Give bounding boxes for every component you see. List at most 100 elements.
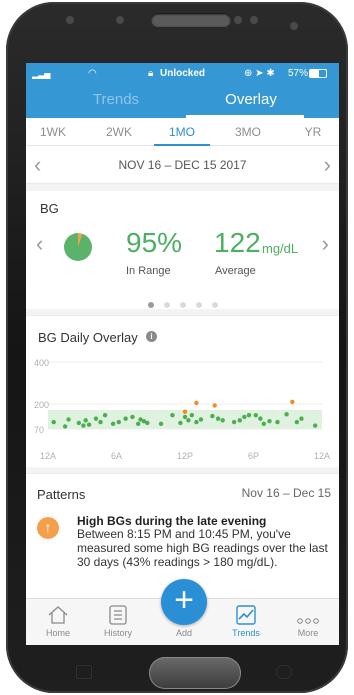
x-tick-label: 12P bbox=[177, 451, 193, 461]
status-bar: ▂▃▅ ◠ 🔒︎ Unlocked ⊕ ➤ ✱ 57% bbox=[26, 63, 339, 85]
home-hardware-button[interactable] bbox=[149, 657, 241, 689]
date-navigator: ‹ NOV 16 – DEC 15 2017 › bbox=[26, 146, 339, 184]
sensor-dot bbox=[234, 16, 242, 24]
in-range-reading-point bbox=[102, 412, 108, 418]
in-range-reading-point bbox=[145, 420, 150, 426]
in-range-reading-point bbox=[258, 416, 263, 421]
in-range-reading-point bbox=[261, 421, 266, 427]
page-dot[interactable] bbox=[195, 302, 202, 308]
home-icon bbox=[28, 599, 88, 625]
in-range-reading-point bbox=[170, 412, 175, 418]
speaker-grille bbox=[151, 13, 231, 27]
back-key[interactable] bbox=[276, 665, 292, 679]
history-icon bbox=[88, 599, 148, 625]
recent-apps-key[interactable] bbox=[76, 665, 92, 679]
wifi-icon: ◠ bbox=[88, 68, 97, 79]
in-range-reading-point bbox=[158, 421, 164, 427]
range-tab-3mo[interactable]: 3MO bbox=[223, 125, 273, 139]
tab-trends[interactable]: Trends bbox=[46, 91, 186, 108]
nav-trends-label: Trends bbox=[232, 628, 260, 638]
in-range-reading-point bbox=[284, 412, 289, 417]
status-icons: ⊕ ➤ ✱ bbox=[244, 68, 275, 79]
add-button[interactable]: + bbox=[161, 579, 207, 625]
in-range-reading-point bbox=[116, 419, 121, 425]
in-range-reading-point bbox=[62, 424, 68, 429]
high-reading-point bbox=[290, 399, 295, 405]
front-camera bbox=[290, 22, 298, 30]
patterns-card[interactable]: Patterns Nov 16 – Dec 15 ↑ High BGs duri… bbox=[26, 473, 339, 583]
page-dots bbox=[26, 295, 339, 313]
next-period-button[interactable]: › bbox=[324, 152, 331, 178]
nav-home-label: Home bbox=[45, 628, 70, 638]
x-tick-label: 12A bbox=[314, 451, 330, 461]
bg-summary-card: BG ‹ 95% In Range 122 mg/dL Average › bbox=[26, 191, 339, 309]
in-range-reading-point bbox=[110, 421, 116, 427]
in-range-reading-point bbox=[267, 419, 272, 424]
battery-percent: 57% bbox=[288, 68, 309, 79]
x-tick-label: 6A bbox=[111, 451, 122, 461]
next-stat-button[interactable]: › bbox=[322, 231, 329, 257]
in-range-reading-point bbox=[242, 414, 247, 420]
range-tab-1mo[interactable]: 1MO bbox=[157, 125, 207, 139]
arrow-up-icon: ↑ bbox=[37, 517, 59, 539]
range-tab-yr[interactable]: YR bbox=[288, 125, 338, 139]
in-range-reading-point bbox=[215, 416, 221, 421]
in-range-pie bbox=[64, 233, 92, 261]
in-range-reading-point bbox=[130, 414, 135, 420]
average-value: 122 bbox=[214, 227, 261, 258]
nav-more-label: More bbox=[297, 628, 319, 638]
average-label: Average bbox=[215, 265, 256, 277]
view-tabs: Trends Overlay bbox=[26, 85, 339, 118]
in-range-reading-point bbox=[294, 419, 300, 425]
page-dot[interactable] bbox=[179, 302, 186, 308]
overlay-title: BG Daily Overlay bbox=[38, 330, 138, 345]
pattern-description: Between 8:15 PM and 10:45 PM, you've mea… bbox=[77, 527, 328, 569]
date-range-label: NOV 16 – DEC 15 2017 bbox=[118, 158, 247, 172]
in-range-reading-point bbox=[135, 421, 141, 427]
in-range-reading-point bbox=[123, 416, 128, 421]
in-range-reading-point bbox=[189, 412, 195, 418]
nav-history-label: History bbox=[103, 628, 132, 638]
in-range-reading-point bbox=[76, 420, 82, 426]
in-range-reading-point bbox=[51, 419, 56, 425]
in-range-label: In Range bbox=[126, 265, 171, 277]
pattern-headline: High BGs during the late evening bbox=[77, 514, 267, 528]
page-dot[interactable] bbox=[211, 302, 218, 308]
nav-home[interactable]: Home bbox=[28, 599, 88, 638]
in-range-reading-point bbox=[98, 419, 103, 425]
average-unit: mg/dL bbox=[262, 241, 299, 256]
high-reading-point bbox=[212, 403, 217, 408]
more-icon bbox=[278, 599, 338, 625]
y-tick-label: 70 bbox=[34, 425, 44, 435]
app-screen: ▂▃▅ ◠ 🔒︎ Unlocked ⊕ ➤ ✱ 57% Trends Overl… bbox=[26, 63, 339, 645]
nav-history[interactable]: History bbox=[88, 599, 148, 638]
info-icon[interactable]: i bbox=[146, 331, 157, 342]
in-range-reading-point bbox=[194, 419, 199, 425]
high-reading-point bbox=[182, 409, 188, 414]
in-range-reading-point bbox=[198, 417, 204, 422]
nav-trends[interactable]: Trends bbox=[216, 599, 276, 638]
in-range-reading-point bbox=[83, 418, 88, 423]
in-range-reading-point bbox=[299, 416, 304, 421]
high-reading-point bbox=[194, 400, 199, 406]
in-range-reading-point bbox=[66, 417, 71, 422]
in-range-reading-point bbox=[275, 419, 280, 425]
in-range-percent: 95% bbox=[126, 227, 183, 258]
prev-stat-button[interactable]: ‹ bbox=[36, 231, 43, 257]
bg-overlay-card: BG Daily Overlay i 400 200 70 12A 6A 12P 6P 12A bbox=[26, 315, 339, 467]
in-range-reading-point bbox=[237, 418, 242, 423]
range-tab-1wk[interactable]: 1WK bbox=[28, 125, 78, 139]
x-tick-label: 12A bbox=[40, 451, 56, 461]
page-dot[interactable] bbox=[147, 302, 154, 308]
sensor-dot bbox=[250, 16, 258, 24]
lock-icon: 🔒︎ bbox=[148, 68, 154, 79]
nav-more[interactable]: More bbox=[278, 599, 338, 638]
tab-overlay[interactable]: Overlay bbox=[181, 91, 321, 108]
section-gap bbox=[26, 184, 339, 191]
in-range-reading-point bbox=[253, 412, 258, 418]
sensor-dot bbox=[66, 16, 74, 24]
page-dot[interactable] bbox=[163, 302, 170, 308]
range-tab-2wk[interactable]: 2WK bbox=[94, 125, 144, 139]
camera-dot bbox=[116, 16, 124, 24]
trends-icon bbox=[216, 599, 276, 625]
